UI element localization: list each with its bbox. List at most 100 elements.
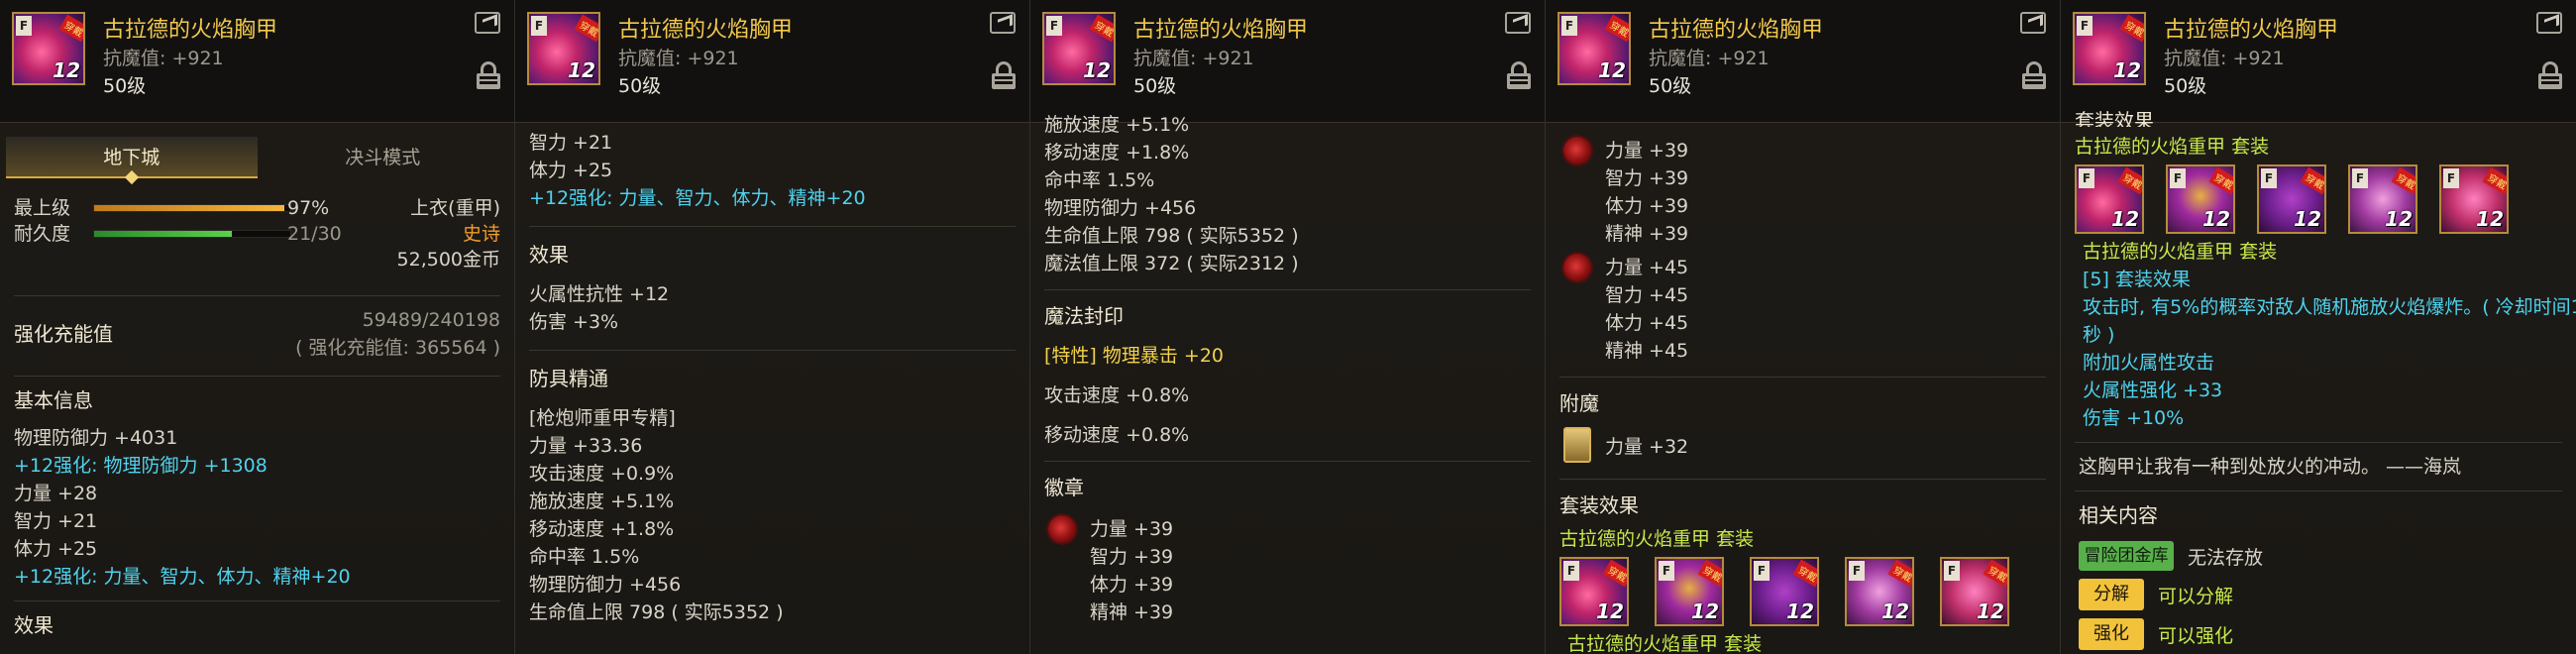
- set-name: 古拉德的火焰重甲: [1559, 528, 1711, 550]
- set-title: 套装效果: [1559, 493, 1639, 517]
- guild-vault-button[interactable]: 冒险团金库: [2079, 541, 2174, 571]
- item-level: 50级: [618, 75, 662, 97]
- charge-label: 强化充能值: [14, 322, 113, 346]
- magic-resist: 抗魔值: +921: [1649, 48, 1770, 69]
- emblem-line: 体力 +39: [1090, 574, 1174, 596]
- set-item-icon[interactable]: F 穿戴 12: [2257, 164, 2326, 234]
- item-name: 古拉德的火焰胸甲: [1649, 18, 1824, 43]
- share-icon[interactable]: [475, 12, 500, 34]
- mastery-line: 攻击速度 +0.9%: [529, 463, 675, 485]
- lock-icon[interactable]: [477, 61, 500, 89]
- set-item-icon[interactable]: F 穿戴 12: [1750, 557, 1819, 626]
- seal-title: 魔法封印: [1044, 304, 1124, 328]
- effect-title: 效果: [529, 243, 569, 267]
- mastery-line: 施放速度 +5.1%: [529, 490, 675, 512]
- share-icon[interactable]: [990, 12, 1016, 34]
- set-item-icon[interactable]: F 穿戴 12: [1845, 557, 1914, 626]
- charge-note: ( 强化充能值: 365564 ): [295, 337, 500, 359]
- tooltip-panel-4: F 穿戴 12 古拉德的火焰胸甲 抗魔值: +921 50级 力量 +39 智力 +…: [1546, 0, 2061, 654]
- set-suffix: 套装: [1724, 633, 1763, 654]
- emblem-line: 体力 +39: [1605, 195, 1689, 217]
- tooltip-panel-2: F 穿戴 12 古拉德的火焰胸甲 抗魔值: +921 50级 智力 +21 体力 +…: [515, 0, 1030, 654]
- set-name-line: 古拉德的火焰重甲 套装: [2075, 133, 2562, 161]
- effect-line: 火属性抗性 +12: [529, 283, 670, 305]
- item-header: F 穿戴 12 古拉德的火焰胸甲 抗魔值: +921 50级: [0, 0, 514, 123]
- item-name: 古拉德的火焰胸甲: [618, 18, 794, 43]
- item-level: 50级: [2164, 75, 2207, 97]
- tab-dungeon[interactable]: 地下城: [6, 137, 258, 178]
- set-title: 套装效果: [2075, 109, 2154, 127]
- effect-line: 伤害 +3%: [529, 311, 619, 333]
- enchant-card-icon: [1563, 427, 1591, 463]
- item-icon: F 穿戴 12: [2073, 12, 2146, 85]
- guild-vault-status: 无法存放: [2188, 546, 2264, 569]
- set-bonus-desc: 攻击时, 有5%的概率对敌人随机施放火焰爆炸。( 冷却时间1: [2083, 296, 2576, 318]
- stat-line: 体力 +25: [14, 538, 98, 560]
- emblem-line: 精神 +45: [1605, 340, 1689, 362]
- set-item-icon[interactable]: F 穿戴 12: [2439, 164, 2509, 234]
- item-header: F 穿戴 12 古拉德的火焰胸甲 抗魔值: +921 50级: [515, 0, 1029, 123]
- magic-resist: 抗魔值: +921: [2164, 48, 2285, 69]
- emblem-title: 徽章: [1044, 476, 1084, 499]
- stat-line: 移动速度 +1.8%: [1044, 142, 1190, 164]
- price: 52,500金币: [396, 249, 500, 271]
- share-icon[interactable]: [2536, 12, 2562, 34]
- enhance-button[interactable]: 强化: [2079, 618, 2144, 650]
- lock-icon[interactable]: [2022, 61, 2046, 89]
- tooltip-panel-1: F 穿戴 12 古拉德的火焰胸甲 抗魔值: +921 50级 地下城 决斗模式 最上…: [0, 0, 515, 654]
- disassemble-button[interactable]: 分解: [2079, 579, 2144, 610]
- emblem-line: 体力 +45: [1605, 312, 1689, 334]
- item-icon: F 穿戴 12: [527, 12, 600, 85]
- set-suffix: 套装: [1716, 528, 1755, 550]
- item-icon: F 穿戴 12: [12, 12, 85, 85]
- item-level: 50级: [103, 75, 147, 97]
- share-icon[interactable]: [1505, 12, 1531, 34]
- item-name: 古拉德的火焰胸甲: [1133, 18, 1309, 43]
- item-name: 古拉德的火焰胸甲: [2164, 18, 2339, 43]
- set-bonus-line: 伤害 +10%: [2083, 407, 2185, 429]
- set-item-icon[interactable]: F 穿戴 12: [2075, 164, 2144, 234]
- disassemble-status: 可以分解: [2158, 585, 2234, 607]
- item-header: F 穿戴 12 古拉德的火焰胸甲 抗魔值: +921 50级: [1030, 0, 1545, 123]
- set-item-icon[interactable]: F 穿戴 12: [1940, 557, 2009, 626]
- max-level-fill: [94, 205, 285, 211]
- tooltip-panel-5: F 穿戴 12 古拉德的火焰胸甲 抗魔值: +921 50级 套装效果 古拉德的火焰…: [2061, 0, 2576, 654]
- tab-duel[interactable]: 决斗模式: [258, 137, 509, 178]
- item-header: F 穿戴 12 古拉德的火焰胸甲 抗魔值: +921 50级: [1546, 0, 2060, 123]
- slot-type: 上衣(重甲): [410, 197, 500, 219]
- seal-line: 移动速度 +0.8%: [1044, 424, 1190, 446]
- durability-fill: [94, 231, 232, 237]
- set-line-name: 古拉德的火焰重甲: [2083, 241, 2234, 263]
- stat-line: +12强化: 力量、智力、体力、精神+20: [529, 187, 866, 209]
- set-item-icon[interactable]: F 穿戴 12: [1655, 557, 1724, 626]
- stat-line: 物理防御力 +4031: [14, 427, 178, 449]
- related-title: 相关内容: [2079, 503, 2158, 527]
- lock-icon[interactable]: [1507, 61, 1531, 89]
- set-bonus-line: 火属性强化 +33: [2083, 380, 2223, 401]
- emblem-line: 精神 +39: [1090, 601, 1174, 623]
- stat-line: 体力 +25: [529, 160, 613, 181]
- stat-line: +12强化: 力量、智力、体力、精神+20: [14, 566, 351, 588]
- set-item-icon[interactable]: F 穿戴 12: [1559, 557, 1629, 626]
- mastery-line: [枪炮师重甲专精]: [529, 407, 676, 429]
- basic-info-title: 基本信息: [14, 388, 93, 412]
- item-level: 50级: [1649, 75, 1692, 97]
- lock-icon[interactable]: [2538, 61, 2562, 89]
- durability-value: 21/30: [287, 223, 342, 245]
- stat-line: 物理防御力 +456: [1044, 197, 1197, 219]
- emblem-line: 力量 +39: [1090, 518, 1174, 540]
- emblem-icon: [1048, 515, 1076, 543]
- set-item-icon[interactable]: F 穿戴 12: [2166, 164, 2235, 234]
- mode-tabs: 地下城 决斗模式: [6, 137, 508, 178]
- stat-line: 施放速度 +5.1%: [1044, 114, 1190, 136]
- emblem-line: 智力 +39: [1090, 546, 1174, 568]
- flavor-text: 这胸甲让我有一种到处放火的冲动。 ——海岚: [2079, 456, 2462, 478]
- set-name: 古拉德的火焰重甲: [1567, 633, 1719, 654]
- set-item-icon[interactable]: F 穿戴 12: [2348, 164, 2417, 234]
- stat-line: 力量 +28: [14, 483, 98, 504]
- set-name-line: 古拉德的火焰重甲 套装: [2083, 238, 2562, 266]
- lock-icon[interactable]: [992, 61, 1016, 89]
- item-header: F 穿戴 12 古拉德的火焰胸甲 抗魔值: +921 50级: [2061, 0, 2576, 123]
- effect-title: 效果: [14, 613, 54, 637]
- share-icon[interactable]: [2020, 12, 2046, 34]
